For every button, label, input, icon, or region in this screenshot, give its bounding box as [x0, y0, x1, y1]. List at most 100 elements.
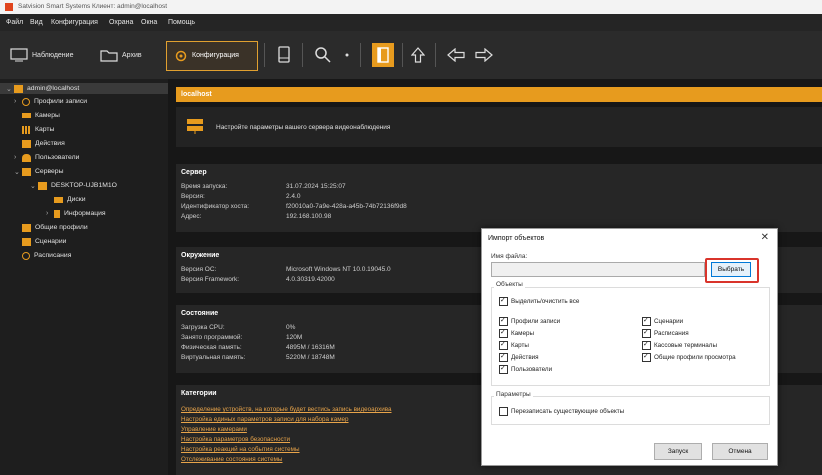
- category-link[interactable]: Настройка параметров безопасности: [181, 436, 290, 443]
- title-bar: Satvision Smart Systems Клиент: admin@lo…: [0, 0, 822, 14]
- server-icon: [14, 84, 23, 93]
- up-button[interactable]: [411, 43, 425, 67]
- kv-key: Загрузка CPU:: [181, 324, 225, 331]
- tree-label: Серверы: [35, 168, 64, 175]
- host-title: localhost: [181, 91, 212, 98]
- tree-item-root[interactable]: ⌄ admin@localhost: [0, 83, 174, 94]
- checkbox-label: Сценарии: [654, 318, 684, 325]
- section-title: Категории: [181, 390, 217, 397]
- kv-value: 31.07.2024 15:25:07: [286, 183, 346, 190]
- layout-button[interactable]: [277, 43, 291, 67]
- chevron-right-icon: ›: [14, 154, 17, 161]
- overwrite-checkbox[interactable]: Перезаписать существующие объекты: [499, 407, 624, 416]
- config-button[interactable]: Конфигурация: [166, 41, 258, 71]
- kv-value: 120M: [286, 334, 303, 341]
- close-icon[interactable]: ✕: [761, 232, 769, 243]
- tree-item-profiles[interactable]: › Профили записи: [14, 96, 87, 107]
- disk-icon: [54, 196, 63, 203]
- tree-label: Диски: [67, 196, 86, 203]
- terminals-checkbox[interactable]: Кассовые терминалы: [642, 340, 717, 350]
- cancel-button[interactable]: Отмена: [712, 443, 768, 460]
- category-link[interactable]: Настройка реакций на события системы: [181, 446, 300, 453]
- hint-panel: Настройте параметры вашего сервера видео…: [176, 107, 822, 147]
- observe-label: Наблюдение: [32, 51, 74, 59]
- menu-view[interactable]: Вид: [30, 19, 43, 26]
- actions-checkbox[interactable]: Действия: [499, 352, 539, 362]
- forward-button[interactable]: [474, 43, 494, 67]
- search-icon: [315, 47, 331, 63]
- kv-key: Физическая память:: [181, 344, 242, 351]
- server-settings-icon: [187, 119, 203, 134]
- separator: [264, 43, 265, 67]
- menu-help[interactable]: Помощь: [168, 19, 195, 26]
- separator: [302, 43, 303, 67]
- cameras-checkbox[interactable]: Камеры: [499, 328, 534, 338]
- tree-item-cameras[interactable]: Камеры: [22, 110, 60, 121]
- schedules-checkbox[interactable]: Расписания: [642, 328, 689, 338]
- kv-value: 192.168.100.98: [286, 213, 332, 220]
- menu-windows[interactable]: Окна: [141, 19, 157, 26]
- tree-item-schedules[interactable]: Расписания: [22, 250, 71, 261]
- tree-item-disks[interactable]: Диски: [54, 194, 86, 205]
- profiles-checkbox[interactable]: Профили записи: [499, 316, 560, 326]
- menu-file[interactable]: Файл: [6, 19, 23, 26]
- checkbox: [642, 352, 651, 362]
- category-link[interactable]: Настройка единых параметров записи для н…: [181, 416, 349, 423]
- params-label: Параметры: [494, 391, 533, 398]
- view-profiles-checkbox[interactable]: Общие профили просмотра: [642, 352, 736, 362]
- server-section: Сервер Время запуска: 31.07.2024 15:25:0…: [176, 164, 822, 232]
- section-title: Сервер: [181, 169, 207, 176]
- file-name-input[interactable]: [491, 262, 705, 277]
- menu-guard[interactable]: Охрана: [109, 19, 133, 26]
- tree-item-info[interactable]: › Информация: [46, 208, 106, 219]
- kv-value: 4895M / 16316M: [286, 344, 335, 351]
- kv-key: Версия ОС:: [181, 266, 217, 273]
- start-button[interactable]: Запуск: [654, 443, 702, 460]
- hint-text: Настройте параметры вашего сервера видео…: [216, 124, 391, 131]
- category-link[interactable]: Управление камерами: [181, 426, 247, 433]
- select-all-checkbox[interactable]: Выделить/очистить все: [499, 296, 579, 306]
- file-name-label: Имя файла:: [491, 253, 528, 260]
- chevron-down-icon: [345, 53, 349, 57]
- separator: [435, 43, 436, 67]
- kv-key: Версия:: [181, 193, 205, 200]
- panel-icon: [377, 47, 389, 63]
- tree-item-maps[interactable]: Карты: [22, 124, 54, 135]
- tree-item-scenarios[interactable]: Сценарии: [22, 236, 66, 247]
- search-button[interactable]: [314, 43, 332, 67]
- import-dialog: Импорт объектов ✕ Имя файла: Выбрать Объ…: [481, 228, 778, 466]
- kv-value: f20010a0-7a9e-428a-a45b-74b72136f9d8: [286, 203, 407, 210]
- checkbox: [499, 296, 508, 306]
- kv-value: Microsoft Windows NT 10.0.19045.0: [286, 266, 391, 273]
- search-dropdown[interactable]: [343, 43, 351, 67]
- category-link[interactable]: Отслеживание состояния системы: [181, 456, 282, 463]
- scenarios-checkbox[interactable]: Сценарии: [642, 316, 684, 326]
- chevron-right-icon: ›: [14, 98, 17, 105]
- checkbox: [499, 316, 508, 326]
- panel-toggle-button[interactable]: [372, 43, 394, 67]
- tree-item-users[interactable]: › Пользователи: [14, 152, 79, 163]
- archive-button[interactable]: Архив: [100, 43, 142, 67]
- tree-item-actions[interactable]: Действия: [22, 138, 65, 149]
- config-label: Конфигурация: [192, 52, 239, 59]
- kv-key: Время запуска:: [181, 183, 228, 190]
- kv-value: 0%: [286, 324, 296, 331]
- browse-button[interactable]: Выбрать: [711, 262, 751, 277]
- tree-item-servers[interactable]: ⌄ Серверы: [14, 166, 63, 177]
- back-button[interactable]: [446, 43, 466, 67]
- menu-config[interactable]: Конфигурация: [51, 19, 98, 26]
- observe-button[interactable]: Наблюдение: [10, 43, 73, 67]
- tree-label: Общие профили: [35, 224, 88, 231]
- kv-value: 2.4.0: [286, 193, 301, 200]
- tree-item-common[interactable]: Общие профили: [22, 222, 88, 233]
- chevron-right-icon: ›: [46, 210, 49, 217]
- maps-checkbox[interactable]: Карты: [499, 340, 529, 350]
- app-icon: [5, 3, 13, 11]
- checkbox: [499, 340, 508, 350]
- users-checkbox[interactable]: Пользователи: [499, 364, 552, 374]
- category-link[interactable]: Определение устройств, на которые будет …: [181, 406, 392, 413]
- tree-label: Карты: [35, 126, 55, 133]
- tree-item-desktop[interactable]: ⌄ DESKTOP-UJB1M1O: [30, 180, 117, 191]
- tree-label: Расписания: [34, 252, 72, 259]
- separator: [360, 43, 361, 67]
